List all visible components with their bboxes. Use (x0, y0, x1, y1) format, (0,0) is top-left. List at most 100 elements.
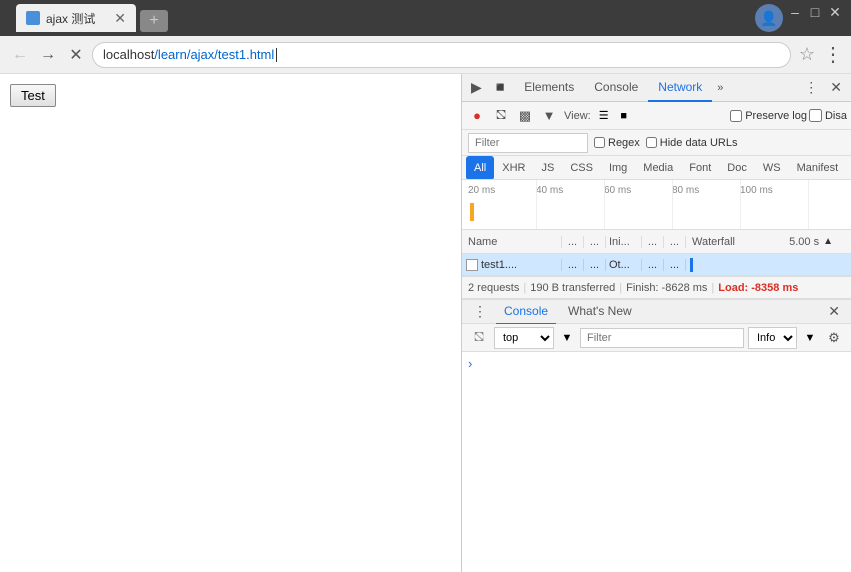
file-icon (466, 259, 478, 271)
info-select[interactable]: Info (748, 327, 797, 349)
dt-console-settings-icon[interactable]: ⚙ (823, 327, 845, 349)
minimize-button[interactable]: – (787, 4, 803, 20)
dt-console-clear-icon[interactable]: ⛞ (468, 327, 490, 349)
type-tab-other[interactable]: Other (846, 156, 851, 180)
reload-button[interactable]: ✕ (64, 43, 88, 67)
dt-device-icon[interactable]: ◾ (487, 77, 514, 98)
watermark: http://blog.csdn.net/lmk6...berg (303, 552, 453, 564)
type-tab-font[interactable]: Font (681, 156, 719, 180)
type-tab-media[interactable]: Media (635, 156, 681, 180)
tab-elements[interactable]: Elements (514, 74, 584, 102)
th-name: Name (462, 236, 562, 248)
console-tab-whatsnew[interactable]: What's New (560, 299, 640, 325)
td-name: test1.... (462, 259, 562, 271)
dt-record-button[interactable]: ● (466, 105, 488, 127)
disable-cache-label[interactable]: Disa (809, 109, 847, 122)
type-tab-css[interactable]: CSS (562, 156, 601, 180)
new-tab-button[interactable]: + (140, 10, 168, 32)
maximize-button[interactable]: □ (807, 4, 823, 20)
forward-button[interactable]: → (36, 43, 60, 67)
tab-console[interactable]: Console (584, 74, 648, 102)
profile-button[interactable]: 👤 (755, 4, 783, 32)
dt-close-icon[interactable]: ✕ (825, 77, 847, 98)
dt-clear-button[interactable]: ⛞ (490, 105, 512, 127)
title-bar: ajax 测试 ✕ + 👤 – □ ✕ (0, 0, 851, 36)
dt-camera-button[interactable]: ▩ (514, 105, 536, 127)
type-tab-doc[interactable]: Doc (719, 156, 755, 180)
title-bar-left: ajax 测试 ✕ + (8, 4, 751, 32)
status-sep3: | (711, 282, 714, 294)
disable-cache-checkbox[interactable] (809, 109, 822, 122)
address-bar[interactable]: localhost/learn/ajax/test1.html (92, 42, 791, 68)
waterfall-bar (690, 258, 693, 272)
context-dropdown-icon[interactable]: ▼ (558, 329, 576, 347)
th-dots4: ... (664, 236, 686, 248)
menu-button[interactable]: ⋮ (823, 42, 843, 67)
bookmark-button[interactable]: ☆ (799, 44, 815, 65)
close-button[interactable]: ✕ (827, 4, 843, 20)
td-d3: ... (642, 259, 664, 271)
dt-console-toolbar: ⛞ top ▼ Info ▼ ⚙ (462, 324, 851, 352)
dt-console-dots[interactable]: ⋮ (468, 301, 492, 322)
tab-group: ajax 测试 ✕ + (16, 4, 168, 32)
main-area: Test http://blog.csdn.net/lmk6...berg ▶ … (0, 74, 851, 572)
type-tab-img[interactable]: Img (601, 156, 635, 180)
timeline-marks: 20 ms 40 ms 60 ms 80 ms 100 ms (468, 185, 808, 196)
type-tab-xhr[interactable]: XHR (494, 156, 533, 180)
view-list-icon[interactable]: ☰ (595, 107, 613, 125)
status-transferred: 190 B transferred (530, 282, 615, 294)
dt-console-body: › (462, 352, 851, 572)
hide-data-urls-option[interactable]: Hide data URLs (646, 137, 738, 149)
url-scheme: localhost (103, 47, 154, 62)
tab-close-button[interactable]: ✕ (114, 10, 126, 27)
tab-favicon (26, 11, 40, 25)
table-row[interactable]: test1.... ... ... Ot... ... ... (462, 254, 851, 276)
view-waterfall-icon[interactable]: ■ (615, 107, 633, 125)
devtools-header: ▶ ◾ Elements Console Network » ⋮ ✕ (462, 74, 851, 102)
dt-select-icon[interactable]: ▶ (466, 77, 487, 98)
filter-input[interactable] (468, 133, 588, 153)
status-requests: 2 requests (468, 282, 519, 294)
sort-arrow: ▲ (823, 236, 833, 247)
status-sep1: | (523, 282, 526, 294)
status-sep2: | (619, 282, 622, 294)
status-finish: Finish: -8628 ms (626, 282, 707, 294)
page-content: Test http://blog.csdn.net/lmk6...berg (0, 74, 461, 572)
td-d2: ... (584, 259, 606, 271)
dt-status-bar: 2 requests | 190 B transferred | Finish:… (462, 276, 851, 298)
dt-console-close-icon[interactable]: ✕ (823, 301, 845, 322)
dt-header-controls: ⋮ ✕ (799, 77, 847, 98)
dt-settings-icon[interactable]: ⋮ (799, 77, 823, 98)
dt-more-tabs[interactable]: » (712, 82, 728, 94)
status-load: Load: -8358 ms (718, 282, 798, 294)
regex-option[interactable]: Regex (594, 137, 640, 149)
th-dots3: ... (642, 236, 664, 248)
preserve-log-label[interactable]: Preserve log (730, 110, 807, 122)
dt-table-header: Name ... ... Ini... ... ... Waterfall 5.… (462, 230, 851, 254)
preserve-log-checkbox[interactable] (730, 110, 742, 122)
console-filter-input[interactable] (580, 328, 744, 348)
regex-checkbox[interactable] (594, 137, 605, 148)
console-chevron[interactable]: › (468, 356, 472, 371)
timeline-bar (470, 203, 474, 221)
nav-bar: ← → ✕ localhost/learn/ajax/test1.html ☆ … (0, 36, 851, 74)
type-tab-js[interactable]: JS (533, 156, 562, 180)
test-button[interactable]: Test (10, 84, 56, 107)
type-tab-ws[interactable]: WS (755, 156, 789, 180)
url-path-display: /learn/ajax/test1.html (154, 47, 274, 62)
dt-filter-icon[interactable]: ▼ (538, 105, 560, 127)
th-waterfall: Waterfall 5.00 s ▲ (686, 236, 839, 248)
type-tab-all[interactable]: All (466, 156, 494, 180)
title-bar-controls: 👤 – □ ✕ (755, 4, 843, 32)
td-d4: ... (664, 259, 686, 271)
console-tab-console[interactable]: Console (496, 299, 556, 325)
browser-tab[interactable]: ajax 测试 ✕ (16, 4, 136, 32)
hide-data-urls-checkbox[interactable] (646, 137, 657, 148)
back-button[interactable]: ← (8, 43, 32, 67)
info-dropdown-icon[interactable]: ▼ (801, 329, 819, 347)
type-tab-manifest[interactable]: Manifest (789, 156, 847, 180)
th-ini: Ini... (606, 236, 642, 248)
tab-network[interactable]: Network (648, 74, 712, 102)
context-select[interactable]: top (494, 327, 554, 349)
th-dots1: ... (562, 236, 584, 248)
